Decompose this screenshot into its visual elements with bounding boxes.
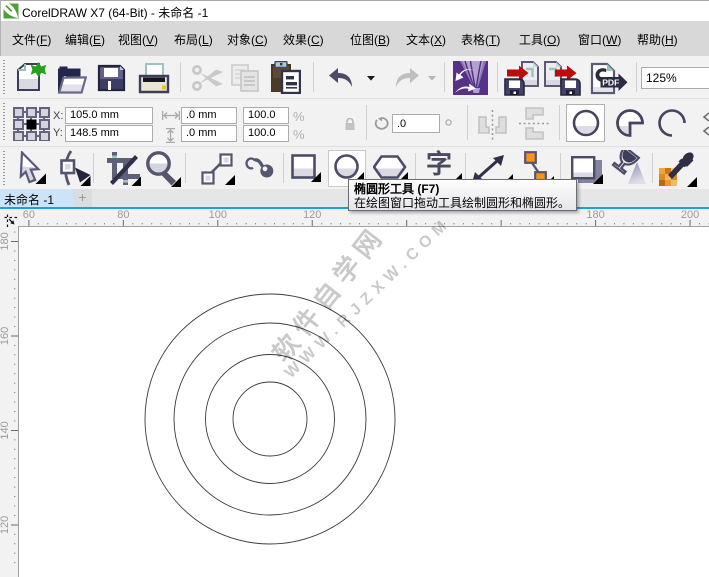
svg-text:80: 80 xyxy=(117,209,129,221)
svg-text:60: 60 xyxy=(23,209,35,221)
svg-text:180: 180 xyxy=(0,232,11,250)
svg-text:140: 140 xyxy=(0,421,11,439)
svg-text:120: 120 xyxy=(303,209,321,221)
svg-text:180: 180 xyxy=(586,209,604,221)
svg-text:120: 120 xyxy=(0,516,11,534)
svg-text:PDF: PDF xyxy=(602,78,619,88)
svg-text:200: 200 xyxy=(681,209,699,221)
svg-text:100: 100 xyxy=(209,209,227,221)
svg-text:160: 160 xyxy=(0,327,11,345)
